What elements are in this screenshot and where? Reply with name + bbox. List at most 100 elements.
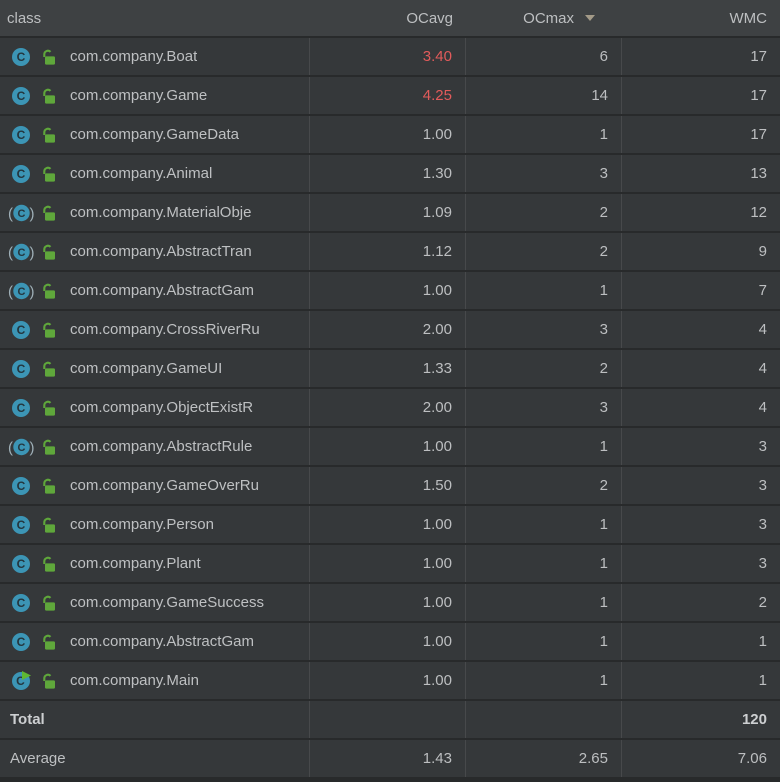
ocmax-summary-value — [466, 701, 622, 738]
ocavg-value: 1.09 — [310, 194, 466, 231]
table-row[interactable]: ( C ) com.company.MaterialObje 1.09 2 12 — [0, 194, 780, 233]
wmc-value: 3 — [758, 516, 767, 533]
wmc-value: 3 — [758, 555, 767, 572]
class-cell: C com.company.GameOverRu — [0, 467, 310, 504]
table-row[interactable]: C com.company.Animal 1.30 3 13 — [0, 155, 780, 194]
class-name: com.company.Person — [70, 516, 214, 533]
lock-icon — [40, 242, 56, 262]
class-cell: ( C ) com.company.AbstractGam — [0, 272, 310, 309]
class-name: com.company.Animal — [70, 165, 213, 182]
table-row[interactable]: ( C ) com.company.AbstractRule 1.00 1 3 — [0, 428, 780, 467]
wmc-value: 2 — [758, 594, 767, 611]
lock-icon — [40, 125, 56, 145]
ocavg-value: 1.30 — [310, 155, 466, 192]
class-name: com.company.GameUI — [70, 360, 223, 377]
class-icon: C — [7, 515, 35, 535]
ocavg-value: 1.12 — [310, 233, 466, 270]
svg-text:C: C — [17, 89, 26, 103]
svg-text:C: C — [17, 635, 26, 649]
metrics-table: class OCavg OCmax WMC C com.company.Boat… — [0, 0, 780, 779]
table-row[interactable]: C com.company.CrossRiverRu 2.00 3 4 — [0, 311, 780, 350]
class-icon: C — [7, 47, 35, 67]
ocmax-value: 1 — [466, 428, 622, 465]
ocmax-value: 1 — [466, 272, 622, 309]
class-icon: C — [7, 632, 35, 652]
runnable-class-icon: C — [7, 670, 35, 691]
table-row[interactable]: C com.company.GameData 1.00 1 17 — [0, 116, 780, 155]
table-row[interactable]: C com.company.Boat 3.40 6 17 — [0, 38, 780, 77]
lock-icon — [40, 164, 56, 184]
abstract-class-icon: ( C ) — [7, 203, 35, 223]
table-row[interactable]: C com.company.GameUI 1.33 2 4 — [0, 350, 780, 389]
ocmax-value: 1 — [466, 584, 622, 621]
ocmax-value: 1 — [466, 506, 622, 543]
lock-icon — [40, 281, 56, 301]
table-row[interactable]: C com.company.GameOverRu 1.50 2 3 — [0, 467, 780, 506]
svg-text:(: ( — [8, 283, 13, 300]
svg-text:): ) — [29, 244, 34, 261]
table-row[interactable]: C com.company.Main 1.00 1 1 — [0, 662, 780, 701]
ocavg-value: 1.00 — [310, 623, 466, 660]
class-name: com.company.AbstractGam — [70, 282, 254, 299]
table-row[interactable]: C com.company.ObjectExistR 2.00 3 4 — [0, 389, 780, 428]
table-row[interactable]: C com.company.AbstractGam 1.00 1 1 — [0, 623, 780, 662]
wmc-value: 17 — [750, 126, 767, 143]
column-header-ocmax[interactable]: OCmax — [466, 0, 622, 36]
table-row[interactable]: C com.company.GameSuccess 1.00 1 2 — [0, 584, 780, 623]
table-row[interactable]: ( C ) com.company.AbstractTran 1.12 2 9 — [0, 233, 780, 272]
wmc-value: 3 — [758, 477, 767, 494]
class-name: com.company.MaterialObje — [70, 204, 252, 221]
ocmax-value: 1 — [466, 662, 622, 699]
class-icon: C — [7, 125, 35, 145]
class-name: com.company.GameSuccess — [70, 594, 264, 611]
summary-row[interactable]: Total 120 — [0, 701, 780, 740]
wmc-value: 7 — [758, 282, 767, 299]
ocavg-value: 4.25 — [310, 77, 466, 114]
class-name: com.company.AbstractTran — [70, 243, 252, 260]
ocmax-summary-value: 2.65 — [466, 740, 622, 777]
wmc-summary-value: 120 — [741, 711, 767, 728]
class-name: com.company.Plant — [70, 555, 201, 572]
ocmax-value: 2 — [466, 467, 622, 504]
class-name: com.company.GameData — [70, 126, 239, 143]
class-icon: C — [7, 476, 35, 496]
class-cell: C com.company.Animal — [0, 155, 310, 192]
lock-icon — [40, 671, 56, 691]
lock-icon — [40, 203, 56, 223]
ocmax-value: 1 — [466, 623, 622, 660]
table-row[interactable]: C com.company.Game 4.25 14 17 — [0, 77, 780, 116]
abstract-class-icon: ( C ) — [7, 281, 35, 301]
summary-row[interactable]: Average 1.43 2.65 7.06 — [0, 740, 780, 779]
class-name: com.company.AbstractRule — [70, 438, 253, 455]
ocmax-value: 3 — [466, 389, 622, 426]
column-header-ocavg[interactable]: OCavg — [310, 0, 466, 36]
ocavg-value: 1.00 — [310, 545, 466, 582]
class-cell: ( C ) com.company.AbstractRule — [0, 428, 310, 465]
summary-label: Total — [0, 701, 310, 738]
table-row[interactable]: C com.company.Plant 1.00 1 3 — [0, 545, 780, 584]
class-icon: C — [7, 86, 35, 106]
class-name: com.company.Game — [70, 87, 208, 104]
ocavg-value: 1.00 — [310, 584, 466, 621]
column-header-wmc[interactable]: WMC — [622, 0, 780, 36]
lock-icon — [40, 437, 56, 457]
class-cell: ( C ) com.company.AbstractTran — [0, 233, 310, 270]
svg-text:(: ( — [8, 244, 13, 261]
lock-icon — [40, 593, 56, 613]
ocavg-value: 1.00 — [310, 116, 466, 153]
table-header: class OCavg OCmax WMC — [0, 0, 780, 38]
class-icon: C — [7, 164, 35, 184]
class-cell: C com.company.Person — [0, 506, 310, 543]
table-row[interactable]: C com.company.Person 1.00 1 3 — [0, 506, 780, 545]
class-cell: C com.company.GameSuccess — [0, 584, 310, 621]
ocavg-value: 3.40 — [310, 38, 466, 75]
svg-text:(: ( — [8, 439, 13, 456]
ocmax-value: 3 — [466, 311, 622, 348]
table-row[interactable]: ( C ) com.company.AbstractGam 1.00 1 7 — [0, 272, 780, 311]
column-header-class[interactable]: class — [0, 0, 310, 36]
wmc-value: 3 — [758, 438, 767, 455]
class-cell: C com.company.Main — [0, 662, 310, 699]
wmc-value: 4 — [758, 360, 767, 377]
abstract-class-icon: ( C ) — [7, 437, 35, 457]
ocavg-value: 1.50 — [310, 467, 466, 504]
